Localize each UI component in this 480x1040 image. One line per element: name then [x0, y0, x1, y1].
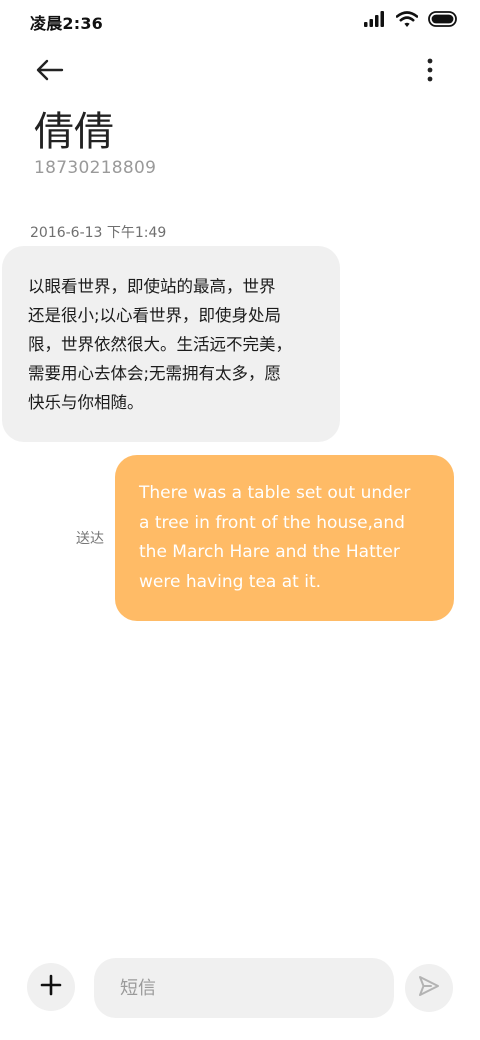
wifi-icon	[395, 10, 419, 32]
back-button[interactable]	[30, 52, 70, 92]
message-line: 还是很小;以心看世界，即使身处局	[28, 306, 282, 325]
status-bar: 凌晨2:36	[0, 0, 480, 44]
message-line: were having tea at it.	[139, 571, 322, 592]
message-line: 快乐与你相随。	[28, 393, 144, 412]
contact-name: 倩倩	[34, 109, 114, 155]
plus-icon	[40, 974, 62, 1000]
battery-icon	[428, 11, 458, 31]
more-vertical-icon	[426, 58, 434, 86]
delivery-status: 送达	[76, 531, 104, 547]
add-attachment-button[interactable]	[27, 963, 75, 1011]
message-line: 限，世界依然很大。生活远不完美，	[28, 335, 292, 354]
signal-icon	[364, 11, 386, 31]
message-line: a tree in front of the house,and	[139, 512, 405, 533]
outgoing-message-bubble[interactable]: There was a table set out under a tree i…	[115, 455, 454, 621]
message-line: 需要用心去体会;无需拥有太多，愿	[28, 364, 282, 383]
message-line: 以眼看世界，即使站的最高，世界	[28, 277, 276, 296]
message-input[interactable]	[118, 976, 370, 1000]
status-time: 凌晨2:36	[30, 14, 103, 33]
send-icon	[417, 974, 441, 1002]
message-timestamp: 2016-6-13 下午1:49	[30, 225, 167, 241]
top-bar	[0, 44, 480, 96]
back-arrow-icon	[36, 59, 64, 85]
message-input-box[interactable]	[94, 958, 394, 1018]
message-line: the March Hare and the Hatter	[139, 542, 400, 562]
message-line: There was a table set out under	[139, 483, 411, 503]
more-options-button[interactable]	[410, 52, 450, 92]
status-icons	[364, 10, 458, 32]
send-button[interactable]	[405, 964, 453, 1012]
contact-number: 18730218809	[34, 158, 157, 178]
incoming-message-bubble[interactable]: 以眼看世界，即使站的最高，世界 还是很小;以心看世界，即使身处局 限，世界依然很…	[2, 246, 340, 442]
